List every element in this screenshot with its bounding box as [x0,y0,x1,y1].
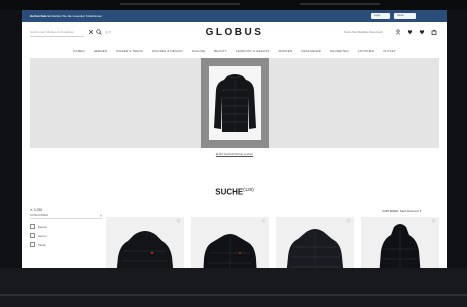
product-grid: ♡ ♡ ♡ ♡ [106,217,439,268]
search-icon[interactable] [96,29,102,35]
nav-item-geschenke[interactable]: GESCHENKE [301,46,321,56]
nav-item-aktionen[interactable]: AKTIONEN [358,46,374,56]
heart-outline-icon[interactable]: ♡ [177,219,181,225]
nav-item-marken[interactable]: MARKEN [279,46,293,56]
search-image-frame[interactable] [201,58,269,148]
search-image [209,66,261,140]
bezel-highlight [120,3,240,5]
nav-item-feinkost[interactable]: FEINKOST & GENUSS [236,46,270,56]
page-title: SUCHE(120) [22,187,447,197]
checkbox[interactable] [30,242,35,247]
bezel-divider [0,294,467,296]
filter-option[interactable]: Kinder [30,240,102,249]
heart-outline-icon[interactable]: ♡ [347,219,351,225]
product-card[interactable]: ♡ [361,217,439,268]
nav-item-beauty[interactable]: BEAUTY [214,46,227,56]
product-card[interactable]: ♡ [106,217,184,268]
account-button[interactable]: Konto [394,13,416,19]
nav-item-kinder[interactable]: KINDER & TEENS [116,46,143,56]
sort-dropdown[interactable]: SORTIEREN: Nach Relevanz ▾ [382,209,421,213]
filter-section-header[interactable]: KATEGORIEN ˄ [30,213,102,219]
product-image [203,234,257,268]
nav-item-schuhe[interactable]: SCHUHE [192,46,205,56]
account-links[interactable]: Konto Tag Merkliste Warenkorb [344,30,383,34]
filter-option-label: Kinder [38,242,47,247]
bezel-highlight [300,3,380,5]
notice-text: Herbst-Sale Entdecken Sie die neuesten K… [30,10,102,22]
bag-icon[interactable] [431,29,437,35]
notice-message: Entdecken Sie die neuesten Kollektionen [47,14,103,18]
top-bezel [0,0,467,10]
image-search-caption: Mit Suchbild Erfolg suchen [218,152,254,156]
search-title-text: SUCHE [215,187,244,197]
image-search-banner [30,58,439,148]
user-icon[interactable] [395,29,401,35]
image-search-link[interactable]: ▰ Mit Suchbild Erfolg suchen [22,152,447,156]
notice-bold: Herbst-Sale [30,14,47,18]
main-navigation: DAMEN HERREN KINDER & TEENS WOHNEN & DES… [22,46,447,56]
bottom-bezel [0,268,467,307]
checkbox[interactable] [30,233,35,238]
puffer-jacket-image [214,74,256,132]
filter-sidebar: ✕ 3.250 KATEGORIEN ˄ Damen Herren Kinder [30,207,102,267]
search-input[interactable] [30,28,84,37]
checkbox[interactable] [30,224,35,229]
product-card[interactable]: ♡ [191,217,269,268]
product-image [286,229,344,268]
filter-option[interactable]: Herren [30,231,102,240]
heart-outline-icon[interactable]: ♡ [432,219,436,225]
login-button[interactable]: Login [371,13,390,19]
filter-option[interactable]: Damen [30,222,102,231]
search-result-count: (120) [243,187,254,192]
product-card[interactable]: ♡ [276,217,354,268]
nav-item-damen[interactable]: DAMEN [73,46,84,56]
site-header: ◱ ▾ GLOBUS Konto Tag Merkliste Warenkorb [22,22,447,44]
language-icon[interactable]: ◱ ▾ [105,29,111,35]
brand-logo[interactable]: GLOBUS [192,27,277,39]
wishlist-icon[interactable] [419,29,425,35]
heart-icon[interactable] [407,29,413,35]
nav-item-outlet[interactable]: OUTLET [383,46,396,56]
product-image [116,231,174,268]
screen-frame: Herbst-Sale Entdecken Sie die neuesten K… [0,0,467,307]
product-image [379,224,421,268]
filter-option-label: Damen [38,224,48,229]
filter-section-title: KATEGORIEN [30,213,49,217]
heart-outline-icon[interactable]: ♡ [262,219,266,225]
nav-item-herren[interactable]: HERREN [94,46,107,56]
close-icon[interactable] [88,29,94,35]
chevron-up-icon: ˄ [99,213,102,218]
nav-item-neuheiten[interactable]: NEUHEITEN [330,46,349,56]
filter-option-label: Herren [38,233,47,238]
nav-item-wohnen[interactable]: WOHNEN & DESIGN [152,46,183,56]
browser-window: Herbst-Sale Entdecken Sie die neuesten K… [22,10,447,268]
notice-bar: Herbst-Sale Entdecken Sie die neuesten K… [22,10,447,22]
